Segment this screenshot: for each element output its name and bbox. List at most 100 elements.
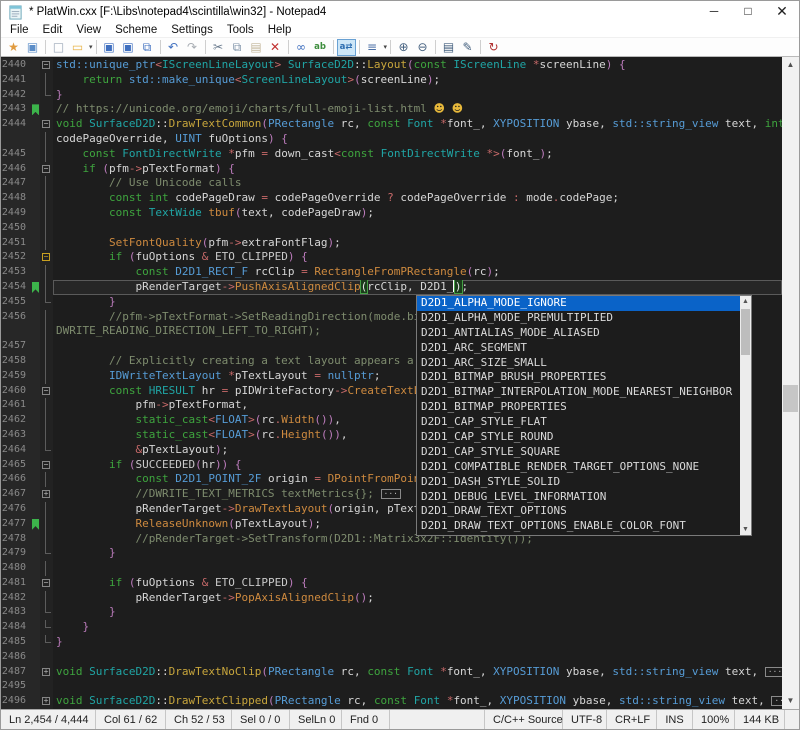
line-number[interactable] [1, 132, 31, 147]
fold-margin[interactable] [40, 369, 53, 384]
fold-margin[interactable] [40, 605, 53, 620]
code-line[interactable]: 2485} [1, 635, 782, 650]
fold-margin[interactable] [40, 88, 53, 103]
line-number[interactable]: 2450 [1, 221, 31, 236]
fold-margin[interactable] [40, 398, 53, 413]
line-number[interactable]: 2487 [1, 665, 31, 680]
code-line[interactable]: 2440−std::unique_ptr<IScreenLineLayout> … [1, 58, 782, 73]
line-number[interactable]: 2483 [1, 605, 31, 620]
autocomplete-item[interactable]: D2D1_ALPHA_MODE_IGNORE [417, 296, 740, 311]
code-line[interactable]: 2445 const FontDirectWrite *pfm = down_c… [1, 147, 782, 162]
bookmark-margin[interactable] [31, 280, 40, 295]
minimize-button[interactable]: ─ [697, 1, 731, 23]
fold-margin[interactable]: − [40, 58, 53, 73]
autocomplete-item[interactable]: D2D1_CAP_STYLE_SQUARE [417, 445, 740, 460]
autocomplete-item[interactable]: D2D1_CAP_STYLE_FLAT [417, 415, 740, 430]
bookmark-margin[interactable] [31, 369, 40, 384]
code-line[interactable]: 2448 const int codePageDraw = codePageOv… [1, 191, 782, 206]
fold-margin[interactable] [40, 443, 53, 458]
code-line[interactable]: 2495 [1, 679, 782, 694]
fold-margin[interactable]: + [40, 487, 53, 502]
scheme-select-icon[interactable]: ≡ [363, 39, 382, 56]
fold-margin[interactable] [40, 517, 53, 532]
code-text[interactable] [53, 561, 782, 576]
line-number[interactable]: 2480 [1, 561, 31, 576]
bookmark-margin[interactable] [31, 310, 40, 325]
bookmark-margin[interactable] [31, 265, 40, 280]
status-encoding[interactable]: UTF-8 [563, 710, 607, 730]
menu-settings[interactable]: Settings [164, 23, 220, 38]
bookmark-margin[interactable] [31, 443, 40, 458]
fold-margin[interactable] [40, 620, 53, 635]
bookmark-margin[interactable] [31, 635, 40, 650]
fold-margin[interactable] [40, 176, 53, 191]
line-number[interactable]: 2458 [1, 354, 31, 369]
status-cell[interactable]: Col 61 / 62 [96, 710, 166, 730]
status-zoom[interactable]: 100% [693, 710, 735, 730]
autocomplete-item[interactable]: D2D1_CAP_STYLE_ROUND [417, 430, 740, 445]
code-line[interactable]: codePageOverride, UINT fuOptions) { [1, 132, 782, 147]
fold-margin[interactable] [40, 339, 53, 354]
fold-ellipsis-box[interactable]: ··· [381, 489, 401, 499]
fold-margin[interactable]: + [40, 694, 53, 709]
menu-help[interactable]: Help [261, 23, 299, 38]
line-number[interactable]: 2442 [1, 88, 31, 103]
bookmark-margin[interactable] [31, 472, 40, 487]
resize-grip[interactable] [785, 710, 799, 730]
bookmark-margin[interactable] [31, 354, 40, 369]
fold-margin[interactable] [40, 413, 53, 428]
code-line[interactable]: 2449 const TextWide tbuf(text, codePageD… [1, 206, 782, 221]
fold-margin[interactable] [40, 324, 53, 339]
scroll-down-icon[interactable]: ▼ [740, 524, 751, 535]
bookmark-margin[interactable] [31, 576, 40, 591]
line-number[interactable]: 2456 [1, 310, 31, 325]
autocomplete-item[interactable]: D2D1_BITMAP_INTERPOLATION_MODE_NEAREST_N… [417, 385, 740, 400]
autocomplete-item[interactable]: D2D1_DEBUG_LEVEL_INFORMATION [417, 490, 740, 505]
bookmark-margin[interactable] [31, 221, 40, 236]
autocomplete-scrollbar[interactable]: ▲ ▼ [740, 296, 751, 535]
bookmark-margin[interactable] [31, 102, 40, 117]
fold-ellipsis-box[interactable]: ··· [771, 696, 782, 706]
autocomplete-item[interactable]: D2D1_ANTIALIAS_MODE_ALIASED [417, 326, 740, 341]
code-text[interactable]: SetFontQuality(pfm->extraFontFlag); [53, 236, 782, 251]
code-text[interactable]: void SurfaceD2D::DrawTextNoClip(PRectang… [53, 665, 782, 680]
line-number[interactable]: 2440 [1, 58, 31, 73]
find-icon[interactable]: ∞ [292, 39, 311, 56]
line-number[interactable]: 2453 [1, 265, 31, 280]
browse-file-icon[interactable]: ▣ [23, 39, 42, 56]
line-number[interactable]: 2447 [1, 176, 31, 191]
autocomplete-item[interactable]: D2D1_DRAW_TEXT_OPTIONS [417, 504, 740, 519]
zoom-out-icon[interactable]: ⊖ [413, 39, 432, 56]
fold-margin[interactable] [40, 428, 53, 443]
bookmark-margin[interactable] [31, 88, 40, 103]
status-scheme[interactable]: C/C++ Source [485, 710, 563, 730]
editor-scrollbar-thumb[interactable] [783, 385, 798, 412]
fold-margin[interactable]: − [40, 162, 53, 177]
code-line[interactable]: 2446− if (pfm->pTextFormat) { [1, 162, 782, 177]
fold-margin[interactable] [40, 295, 53, 310]
fold-margin[interactable] [40, 236, 53, 251]
fold-margin[interactable] [40, 472, 53, 487]
menu-view[interactable]: View [69, 23, 108, 38]
bookmark-margin[interactable] [31, 502, 40, 517]
code-text[interactable]: const int codePageDraw = codePageOverrid… [53, 191, 782, 206]
code-text[interactable]: const FontDirectWrite *pfm = down_cast<c… [53, 147, 782, 162]
favorites-icon[interactable]: ★ [4, 39, 23, 56]
code-text[interactable]: return std::make_unique<ScreenLineLayout… [53, 73, 782, 88]
line-number[interactable]: 2478 [1, 532, 31, 547]
fold-ellipsis-box[interactable]: ··· [765, 667, 782, 677]
line-number[interactable]: 2446 [1, 162, 31, 177]
fold-margin[interactable]: − [40, 117, 53, 132]
scroll-down-icon[interactable]: ▼ [782, 693, 799, 709]
bookmark-margin[interactable] [31, 561, 40, 576]
code-line[interactable]: 2442} [1, 88, 782, 103]
code-text[interactable]: if (fuOptions & ETO_CLIPPED) { [53, 576, 782, 591]
bookmark-margin[interactable] [31, 413, 40, 428]
line-number[interactable]: 2452 [1, 250, 31, 265]
fold-margin[interactable]: + [40, 665, 53, 680]
code-text[interactable]: } [53, 605, 782, 620]
code-text[interactable]: std::unique_ptr<IScreenLineLayout> Surfa… [53, 58, 782, 73]
new-file-icon[interactable]: □ [49, 39, 68, 56]
status-cell[interactable]: Ch 52 / 53 [166, 710, 232, 730]
bookmark-margin[interactable] [31, 295, 40, 310]
